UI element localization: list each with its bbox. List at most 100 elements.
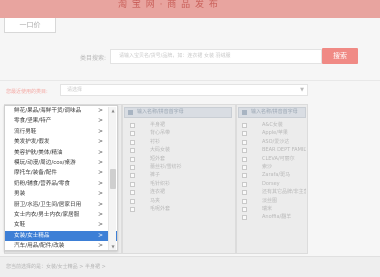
dropdown-item[interactable]: 女装/女士精品 > <box>5 230 117 242</box>
dropdown-item-label: 模玩/动漫/周边/cos/桌游 <box>14 159 76 166</box>
checkbox[interactable] <box>130 123 135 128</box>
list-item-label: 短外套 <box>150 155 166 162</box>
dropdown-item[interactable]: 汽车/用品/配件/改装 > <box>5 241 117 250</box>
checkbox[interactable] <box>130 198 135 204</box>
brand-filter-input[interactable]: 输入名称/拼音首字母 <box>238 107 306 118</box>
scroll-down-icon[interactable]: ▼ <box>110 244 116 250</box>
chevron-down-icon: ▼ <box>300 87 304 93</box>
dropdown-item[interactable]: 厨卫/水浴/卫生间/居家日用 > <box>5 200 117 210</box>
list-item-label: A&C女装 <box>262 122 283 128</box>
scroll-up-icon[interactable]: ▲ <box>110 108 116 114</box>
dropdown-item[interactable]: 男装 > <box>5 189 117 199</box>
list-item[interactable]: CLEVA/可丽尔 <box>242 155 306 163</box>
checkbox[interactable] <box>130 173 135 179</box>
chevron-right-icon: > <box>97 127 103 135</box>
checkbox[interactable] <box>130 156 135 162</box>
checkbox[interactable] <box>130 164 135 170</box>
checkbox[interactable] <box>242 190 247 196</box>
list-item[interactable]: Anoffia/翻羊 <box>242 213 306 221</box>
checkbox[interactable] <box>130 131 135 137</box>
list-item[interactable]: 裤子 <box>130 171 230 179</box>
list-item[interactable]: 背心吊带 <box>130 129 230 137</box>
list-item[interactable]: 蕾丝衫/雪纺衫 <box>130 163 230 171</box>
brand-list: A&C女装 Apple/苹果ASO/爱沙达 BEAR DEPT FAMILY/熊之家… <box>242 121 306 222</box>
list-item-label: 背心吊带 <box>150 130 171 137</box>
chevron-right-icon: > <box>97 210 103 218</box>
dropdown-item[interactable]: 流行男鞋 > <box>5 127 117 137</box>
list-item[interactable]: 半身裙 <box>130 121 230 129</box>
chevron-right-icon: > <box>97 231 103 239</box>
list-item[interactable]: BEAR DEPT FAMILY/熊之家 <box>242 146 306 154</box>
dropdown-item-label: 女装/女士精品 <box>14 232 50 239</box>
list-item-label: 还有其它品牌/非主营品牌 <box>262 189 306 196</box>
search-button[interactable]: 搜索 <box>322 48 358 64</box>
dropdown-item-label: 流行男鞋 <box>14 128 37 135</box>
dropdown-item[interactable]: 美发护发/假发 > <box>5 137 117 147</box>
dropdown-item[interactable]: 零食/坚果/特产 > <box>5 116 117 126</box>
dropdown-item[interactable]: 鲜花/果品/海鲜干货/调味品 > <box>5 106 117 116</box>
list-item-label: ASO/爱沙达 <box>262 138 290 145</box>
dropdown-item-label: 女鞋 <box>14 222 26 229</box>
list-item[interactable]: 毛呢外套 <box>130 205 230 213</box>
dropdown-item[interactable]: 女士内衣/男士内衣/家居服 > <box>5 210 117 220</box>
dropdown-item-label: 美容护肤/美体/精油 <box>14 149 63 156</box>
chevron-right-icon: > <box>97 169 103 177</box>
chevron-right-icon: > <box>97 117 103 125</box>
list-item[interactable]: 瑞米 <box>242 205 306 213</box>
dropdown-item[interactable]: 奶粉/辅食/营养品/零食 > <box>5 179 117 189</box>
category-dropdown-list: 鲜花/果品/海鲜干货/调味品 > 零食/坚果/特产 > 流行男鞋 > 美发护发/假发 > 美容护… <box>5 106 117 250</box>
checkbox[interactable] <box>242 123 247 128</box>
footer-status: 您当前选择的是：女装/女士精品 > 半身裙 > <box>0 256 380 277</box>
list-item[interactable]: Apple/苹果 <box>242 129 306 137</box>
list-item[interactable]: ASO/爱沙达 <box>242 138 306 146</box>
chevron-right-icon: > <box>97 107 103 114</box>
divider <box>0 80 380 81</box>
list-item[interactable]: 衬衫 <box>130 138 230 146</box>
list-item[interactable]: 还有其它品牌/非主营品牌 <box>242 188 306 196</box>
checkbox[interactable] <box>242 139 247 145</box>
dropdown-item-label: 摩托车/装备/配件 <box>14 170 57 177</box>
publish-page: 淘 宝 网 · 商 品 发 布 一口价 类目搜索: 请输入宝贝名/货号/品牌，如… <box>0 0 380 277</box>
chevron-right-icon: > <box>97 221 103 229</box>
dropdown-item[interactable]: 美容护肤/美体/精油 > <box>5 148 117 158</box>
checkbox[interactable] <box>130 148 135 154</box>
recent-category-label: 您最近使用的类目: <box>6 89 48 95</box>
level2-list: 半身裙 背心吊带 衬衫 大码女装 短外套 蕾丝衫/雪纺衫 裤子 毛针织衫 连衣裙 马夹 毛呢外套 <box>130 121 230 213</box>
dropdown-item[interactable]: 模玩/动漫/周边/cos/桌游 > <box>5 158 117 168</box>
list-item[interactable]: 连衣裙 <box>130 188 230 196</box>
search-input[interactable]: 请输入宝贝名/货号/品牌，如：连衣裙 女装 羽绒服 <box>110 49 322 64</box>
list-item[interactable]: Zarafa/斑马 <box>242 171 306 179</box>
checkbox[interactable] <box>130 206 135 212</box>
list-item[interactable]: 大码女装 <box>130 146 230 154</box>
dropdown-item[interactable]: 女鞋 > <box>5 220 117 230</box>
dropdown-item-label: 零食/坚果/特产 <box>14 118 52 125</box>
checkbox[interactable] <box>242 215 247 221</box>
list-item-label: 毛针织衫 <box>150 180 171 187</box>
checkbox[interactable] <box>242 148 247 154</box>
list-item[interactable]: 索沙 <box>242 163 306 171</box>
checkbox[interactable] <box>130 181 135 187</box>
dropdown-scrollbar[interactable]: ▲ ▼ <box>108 107 116 250</box>
list-item[interactable]: A&C女装 <box>242 121 306 129</box>
checkbox[interactable] <box>130 139 135 145</box>
chevron-right-icon: > <box>97 148 103 156</box>
checkbox[interactable] <box>130 190 135 196</box>
list-item[interactable]: 毛针织衫 <box>130 180 230 188</box>
checkbox[interactable] <box>242 131 247 137</box>
level2-filter-input[interactable]: 输入名称/拼音首字母 <box>124 107 232 118</box>
list-item[interactable]: Dorsey <box>242 180 306 188</box>
list-item[interactable]: 短外套 <box>130 155 230 163</box>
checkbox[interactable] <box>242 181 247 187</box>
checkbox[interactable] <box>242 156 247 162</box>
list-item[interactable]: 马夹 <box>130 197 230 205</box>
list-item[interactable]: 淡丝图 <box>242 197 306 205</box>
scrollbar-thumb[interactable] <box>110 169 116 189</box>
checkbox[interactable] <box>242 198 247 204</box>
dropdown-item[interactable]: 摩托车/装备/配件 > <box>5 168 117 178</box>
checkbox[interactable] <box>242 206 247 212</box>
checkbox[interactable] <box>242 173 247 179</box>
checkbox[interactable] <box>242 164 247 170</box>
recent-category-select[interactable]: 请选择 ▼ <box>60 84 308 96</box>
tab-fixed-price[interactable]: 一口价 <box>4 18 56 33</box>
list-item-label: 索沙 <box>262 163 273 170</box>
